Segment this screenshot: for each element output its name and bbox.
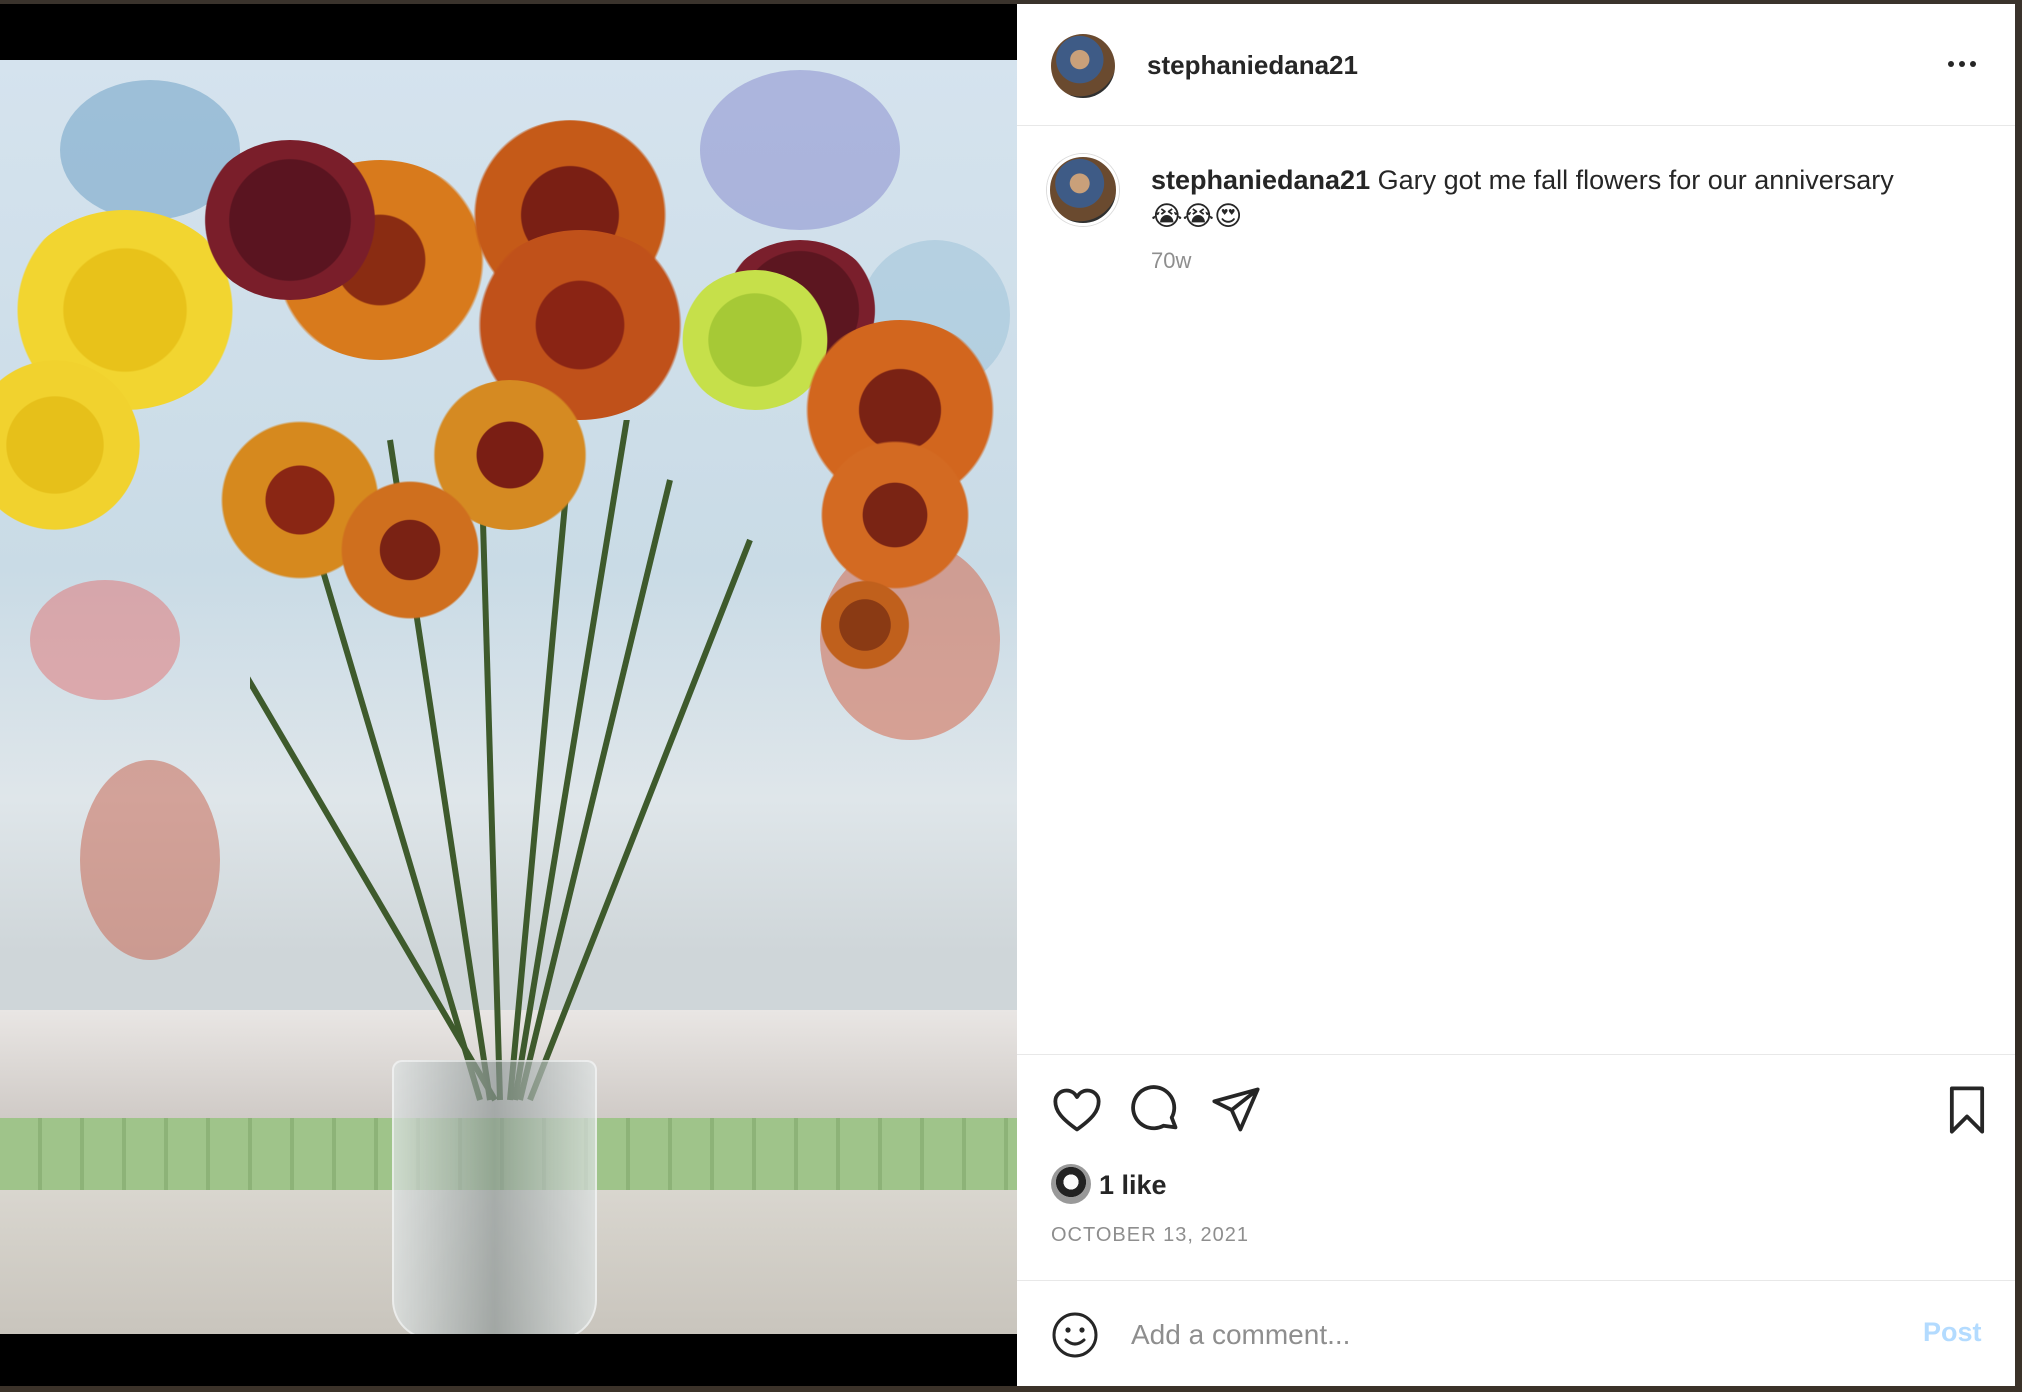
author-username[interactable]: stephaniedana21 [1147, 50, 1358, 81]
liker-avatar[interactable] [1051, 1164, 1091, 1204]
author-avatar[interactable] [1051, 34, 1115, 98]
post-header: stephaniedana21 [1017, 4, 2015, 126]
likes-count[interactable]: 1 like [1099, 1170, 1167, 1201]
actions-divider [1017, 1054, 2015, 1056]
caption-emojis: 😭😭😍 [1151, 201, 1243, 231]
caption-username[interactable]: stephaniedana21 [1151, 165, 1370, 195]
paper-plane-icon[interactable] [1210, 1084, 1262, 1136]
bookmark-icon[interactable] [1941, 1084, 1993, 1136]
glass-vase [392, 1060, 597, 1334]
post-comment-button[interactable]: Post [1923, 1317, 1982, 1348]
caption-body: Gary got me fall flowers for our anniver… [1370, 165, 1894, 195]
post-media[interactable] [0, 4, 1017, 1386]
post-details-panel: stephaniedana21 stephaniedana21 Gary got… [1017, 4, 2015, 1386]
post-caption: stephaniedana21 Gary got me fall flowers… [1151, 162, 1971, 234]
smiley-icon[interactable] [1051, 1311, 1099, 1359]
caption-timestamp[interactable]: 70w [1151, 248, 1191, 274]
comment-bubble-icon[interactable] [1130, 1084, 1182, 1136]
post-photo [0, 60, 1017, 1334]
heart-icon[interactable] [1051, 1084, 1103, 1136]
caption-author-avatar[interactable] [1047, 154, 1119, 226]
comment-bar: Post [1017, 1280, 2015, 1386]
more-options-icon[interactable] [1937, 44, 1987, 84]
post-date[interactable]: OCTOBER 13, 2021 [1051, 1224, 1249, 1247]
comment-input[interactable] [1131, 1309, 1871, 1361]
